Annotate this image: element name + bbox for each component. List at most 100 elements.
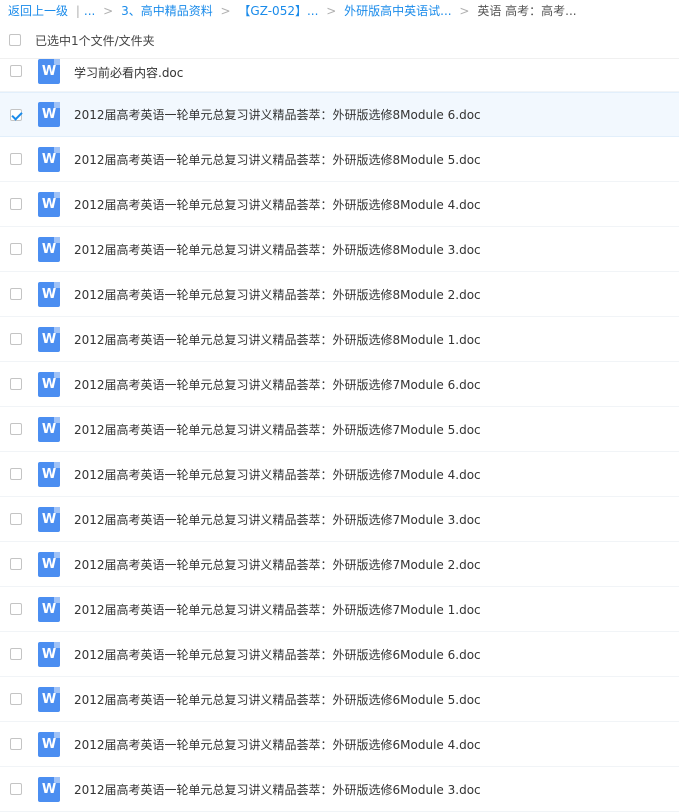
word-doc-icon-glyph: W <box>41 421 57 437</box>
word-doc-icon: W <box>38 236 60 262</box>
file-name[interactable]: 2012届高考英语一轮单元总复习讲义精品荟萃：外研版选修6Module 6.do… <box>74 646 481 663</box>
selection-bar: 已选中1个文件/文件夹 <box>0 22 679 59</box>
file-name[interactable]: 2012届高考英语一轮单元总复习讲义精品荟萃：外研版选修8Module 1.do… <box>74 331 481 348</box>
word-doc-icon-glyph: W <box>41 376 57 392</box>
word-doc-icon-glyph: W <box>41 736 57 752</box>
word-doc-icon-glyph: W <box>41 151 57 167</box>
select-all-checkbox[interactable] <box>9 34 21 46</box>
word-doc-icon: W <box>38 371 60 397</box>
word-doc-icon-glyph: W <box>41 511 57 527</box>
word-doc-icon: W <box>38 506 60 532</box>
file-row[interactable]: W 2012届高考英语一轮单元总复习讲义精品荟萃：外研版选修8Module 3.d… <box>0 227 679 272</box>
file-name[interactable]: 2012届高考英语一轮单元总复习讲义精品荟萃：外研版选修6Module 5.do… <box>74 691 481 708</box>
file-name[interactable]: 2012届高考英语一轮单元总复习讲义精品荟萃：外研版选修8Module 6.do… <box>74 106 481 123</box>
file-name[interactable]: 2012届高考英语一轮单元总复习讲义精品荟萃：外研版选修7Module 6.do… <box>74 376 481 393</box>
file-row[interactable]: W 2012届高考英语一轮单元总复习讲义精品荟萃：外研版选修8Module 6.d… <box>0 92 679 137</box>
word-doc-icon-glyph: W <box>41 241 57 257</box>
word-doc-icon: W <box>38 326 60 352</box>
file-name[interactable]: 2012届高考英语一轮单元总复习讲义精品荟萃：外研版选修7Module 3.do… <box>74 511 481 528</box>
file-name[interactable]: 2012届高考英语一轮单元总复习讲义精品荟萃：外研版选修8Module 3.do… <box>74 241 481 258</box>
file-row[interactable]: W 2012届高考英语一轮单元总复习讲义精品荟萃：外研版选修8Module 5.d… <box>0 137 679 182</box>
word-doc-icon-glyph: W <box>41 691 57 707</box>
file-checkbox[interactable] <box>10 513 22 525</box>
file-row[interactable]: W 2012届高考英语一轮单元总复习讲义精品荟萃：外研版选修8Module 2.d… <box>0 272 679 317</box>
word-doc-icon: W <box>38 596 60 622</box>
breadcrumb-separator: > <box>220 4 231 18</box>
file-name[interactable]: 2012届高考英语一轮单元总复习讲义精品荟萃：外研版选修7Module 5.do… <box>74 421 481 438</box>
word-doc-icon: W <box>38 776 60 802</box>
word-doc-icon: W <box>38 731 60 757</box>
file-row[interactable]: W 2012届高考英语一轮单元总复习讲义精品荟萃：外研版选修7Module 3.d… <box>0 497 679 542</box>
word-doc-icon-glyph: W <box>41 286 57 302</box>
breadcrumb-separator: > <box>103 4 114 18</box>
word-doc-icon: W <box>38 281 60 307</box>
word-doc-icon-glyph: W <box>41 196 57 212</box>
file-checkbox[interactable] <box>10 693 22 705</box>
word-doc-icon-glyph: W <box>41 331 57 347</box>
file-row[interactable]: W 2012届高考英语一轮单元总复习讲义精品荟萃：外研版选修7Module 4.d… <box>0 452 679 497</box>
breadcrumb-separator: > <box>459 4 470 18</box>
file-checkbox[interactable] <box>10 468 22 480</box>
file-name[interactable]: 2012届高考英语一轮单元总复习讲义精品荟萃：外研版选修6Module 3.do… <box>74 781 481 798</box>
selection-count-label: 已选中1个文件/文件夹 <box>35 33 155 48</box>
word-doc-icon-glyph: W <box>41 556 57 572</box>
word-doc-icon: W <box>38 191 60 217</box>
file-name[interactable]: 2012届高考英语一轮单元总复习讲义精品荟萃：外研版选修8Module 5.do… <box>74 151 481 168</box>
breadcrumb-current: 英语 高考：高考... <box>477 4 577 18</box>
file-checkbox[interactable] <box>10 648 22 660</box>
word-doc-icon: W <box>38 641 60 667</box>
word-doc-icon-glyph: W <box>41 107 57 122</box>
word-doc-icon: W <box>38 461 60 487</box>
file-row[interactable]: W 2012届高考英语一轮单元总复习讲义精品荟萃：外研版选修6Module 5.d… <box>0 677 679 722</box>
file-checkbox[interactable] <box>10 783 22 795</box>
file-name[interactable]: 2012届高考英语一轮单元总复习讲义精品荟萃：外研版选修8Module 4.do… <box>74 196 481 213</box>
file-checkbox[interactable] <box>10 198 22 210</box>
file-row[interactable]: W 2012届高考英语一轮单元总复习讲义精品荟萃：外研版选修7Module 6.d… <box>0 362 679 407</box>
file-checkbox[interactable] <box>10 65 22 77</box>
file-row[interactable]: W 2012届高考英语一轮单元总复习讲义精品荟萃：外研版选修7Module 5.d… <box>0 407 679 452</box>
breadcrumb: 返回上一级 |... > 3、高中精品资料 > 【GZ-052】... > 外研… <box>0 0 679 22</box>
file-name[interactable]: 2012届高考英语一轮单元总复习讲义精品荟萃：外研版选修7Module 4.do… <box>74 466 481 483</box>
breadcrumb-item-level2[interactable]: 【GZ-052】... <box>238 4 318 18</box>
word-doc-icon: W <box>38 102 60 127</box>
word-doc-icon: W <box>38 146 60 172</box>
file-name[interactable]: 2012届高考英语一轮单元总复习讲义精品荟萃：外研版选修8Module 2.do… <box>74 286 481 303</box>
word-doc-icon-glyph: W <box>41 781 57 797</box>
file-row[interactable]: W 2012届高考英语一轮单元总复习讲义精品荟萃：外研版选修6Module 6.d… <box>0 632 679 677</box>
file-name[interactable]: 2012届高考英语一轮单元总复习讲义精品荟萃：外研版选修7Module 1.do… <box>74 601 481 618</box>
file-row[interactable]: W 2012届高考英语一轮单元总复习讲义精品荟萃：外研版选修6Module 4.d… <box>0 722 679 767</box>
file-checkbox[interactable] <box>10 288 22 300</box>
file-checkbox[interactable] <box>10 423 22 435</box>
word-doc-icon-glyph: W <box>41 466 57 482</box>
back-link[interactable]: 返回上一级 <box>8 4 68 18</box>
file-row[interactable]: W 2012届高考英语一轮单元总复习讲义精品荟萃：外研版选修8Module 4.d… <box>0 182 679 227</box>
file-checkbox[interactable] <box>10 603 22 615</box>
file-checkbox[interactable] <box>10 558 22 570</box>
word-doc-icon: W <box>38 551 60 577</box>
file-row[interactable]: W 2012届高考英语一轮单元总复习讲义精品荟萃：外研版选修6Module 3.d… <box>0 767 679 812</box>
file-checkbox[interactable] <box>10 153 22 165</box>
file-name[interactable]: 2012届高考英语一轮单元总复习讲义精品荟萃：外研版选修6Module 4.do… <box>74 736 481 753</box>
breadcrumb-separator: > <box>326 4 337 18</box>
file-checkbox[interactable] <box>10 108 22 121</box>
file-row[interactable]: W 2012届高考英语一轮单元总复习讲义精品荟萃：外研版选修8Module 1.d… <box>0 317 679 362</box>
file-row[interactable]: W 2012届高考英语一轮单元总复习讲义精品荟萃：外研版选修7Module 2.d… <box>0 542 679 587</box>
word-doc-icon: W <box>38 59 60 84</box>
breadcrumb-ellipsis[interactable]: ... <box>84 4 95 18</box>
word-doc-icon: W <box>38 416 60 442</box>
word-doc-icon-glyph: W <box>41 64 57 79</box>
file-name[interactable]: 学习前必看内容.doc <box>74 64 183 81</box>
file-name[interactable]: 2012届高考英语一轮单元总复习讲义精品荟萃：外研版选修7Module 2.do… <box>74 556 481 573</box>
file-list: W 学习前必看内容.doc W 2012届高考英语一轮单元总复习讲义精品荟萃：外研版选… <box>0 59 679 812</box>
file-checkbox[interactable] <box>10 333 22 345</box>
file-row[interactable]: W 学习前必看内容.doc <box>0 59 679 92</box>
file-row[interactable]: W 2012届高考英语一轮单元总复习讲义精品荟萃：外研版选修7Module 1.d… <box>0 587 679 632</box>
word-doc-icon: W <box>38 686 60 712</box>
breadcrumb-item-level1[interactable]: 3、高中精品资料 <box>121 4 213 18</box>
breadcrumb-item-level3[interactable]: 外研版高中英语试... <box>344 4 451 18</box>
file-checkbox[interactable] <box>10 243 22 255</box>
file-checkbox[interactable] <box>10 378 22 390</box>
file-checkbox[interactable] <box>10 738 22 750</box>
word-doc-icon-glyph: W <box>41 601 57 617</box>
breadcrumb-separator: | <box>75 4 80 18</box>
